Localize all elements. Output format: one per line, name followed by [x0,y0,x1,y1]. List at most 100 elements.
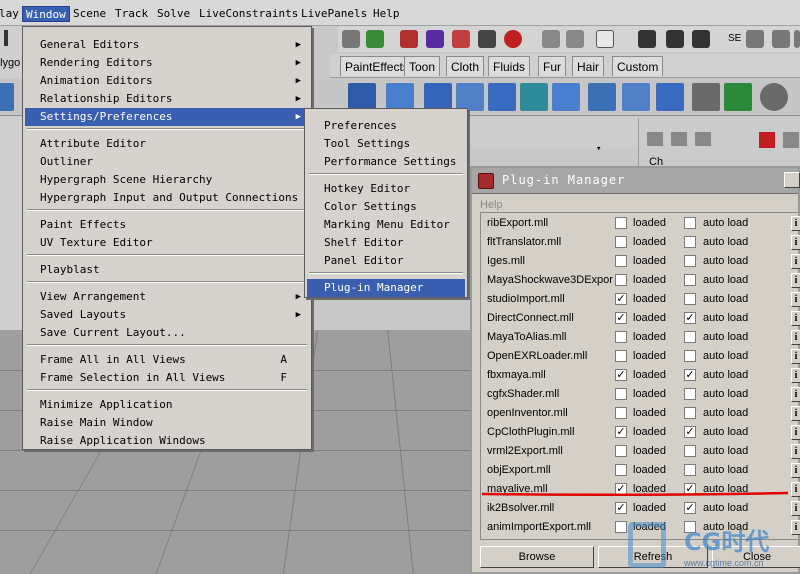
loaded-checkbox[interactable]: ✓ [615,426,627,438]
channel-key-icon[interactable] [759,132,775,148]
loaded-checkbox[interactable] [615,274,627,286]
shelf-extrude-icon[interactable] [456,83,484,111]
plugin-info-button[interactable]: i [791,520,800,535]
menu-item-animation-editors[interactable]: Animation Editors ▶ [25,72,309,90]
shelf-tab-hair[interactable]: Hair [572,56,605,76]
menu-item-hypergraph-io[interactable]: Hypergraph Input and Output Connections [25,189,309,207]
plugin-info-button[interactable]: i [791,349,800,364]
menu-item-settings-preferences[interactable]: Settings/Preferences ▶ [25,108,309,126]
shelf-poly-plane-icon[interactable] [386,83,414,111]
plugin-info-button[interactable]: i [791,311,800,326]
menu-display[interactable]: lay [0,6,22,22]
magnet-icon[interactable] [504,30,522,48]
loaded-checkbox[interactable] [615,521,627,533]
submenu-item-shelf-editor[interactable]: Shelf Editor [307,234,465,252]
auto-load-checkbox[interactable] [684,388,696,400]
loaded-checkbox[interactable]: ✓ [615,502,627,514]
channel-filter-icon[interactable] [783,132,799,148]
auto-load-checkbox[interactable] [684,331,696,343]
submenu-item-color-settings[interactable]: Color Settings [307,198,465,216]
shelf-tab-cloth[interactable]: Cloth [446,56,485,76]
shelf-wedge-icon[interactable] [622,83,650,111]
auto-load-checkbox[interactable] [684,217,696,229]
plugin-info-button[interactable]: i [791,482,800,497]
plugin-info-button[interactable]: i [791,406,800,421]
loaded-checkbox[interactable] [615,331,627,343]
auto-load-checkbox[interactable] [684,521,696,533]
submenu-item-plugin-manager[interactable]: Plug-in Manager [307,279,465,297]
menu-item-relationship-editors[interactable]: Relationship Editors ▶ [25,90,309,108]
shelf-merge-icon[interactable] [588,83,616,111]
snap-view-plane-icon[interactable] [478,30,496,48]
submenu-item-tool-settings[interactable]: Tool Settings [307,135,465,153]
output-history-icon[interactable] [566,30,584,48]
shelf-tab-fluids[interactable]: Fluids [488,56,531,76]
menu-item-general-editors[interactable]: General Editors ▶ [25,36,309,54]
auto-load-checkbox[interactable]: ✓ [684,483,696,495]
plugin-manager-titlebar[interactable]: Plug-in Manager [472,168,800,194]
loaded-checkbox[interactable] [615,464,627,476]
menu-item-minimize-application[interactable]: Minimize Application [25,396,309,414]
plugin-info-button[interactable]: i [791,235,800,250]
shelf-tab-custom[interactable]: Custom [612,56,664,76]
submenu-item-panel-editor[interactable]: Panel Editor [307,252,465,270]
menu-item-attribute-editor[interactable]: Attribute Editor [25,135,309,153]
loaded-checkbox[interactable]: ✓ [615,369,627,381]
channel-grid-icon[interactable] [695,132,711,146]
menu-item-playblast[interactable]: Playblast [25,261,309,279]
shelf-bevel-icon[interactable] [552,83,580,111]
plugin-info-button[interactable]: i [791,425,800,440]
plugin-list[interactable]: ribExport.mll loaded auto load i fltTranslat… [480,212,800,540]
loaded-checkbox[interactable] [615,407,627,419]
browse-button[interactable]: Browse [480,546,594,568]
select-component-icon[interactable] [366,30,384,48]
loaded-checkbox[interactable]: ✓ [615,293,627,305]
menu-livepanels[interactable]: LivePanels [298,6,370,22]
plugin-info-button[interactable]: i [791,368,800,383]
shelf-poly-cylinder-icon[interactable] [424,83,452,111]
shelf-tab-polygons-partial[interactable]: olygo [0,57,20,69]
menu-help[interactable]: Help [370,6,403,22]
auto-load-checkbox[interactable]: ✓ [684,502,696,514]
menu-window[interactable]: Window [22,6,70,22]
snap-curve-icon[interactable] [426,30,444,48]
menu-liveconstraints[interactable]: LiveConstraints [196,6,301,22]
show-attribute-editor-icon[interactable] [746,30,764,48]
loaded-checkbox[interactable] [615,236,627,248]
auto-load-checkbox[interactable] [684,464,696,476]
auto-load-checkbox[interactable]: ✓ [684,426,696,438]
menu-track[interactable]: Track [112,6,151,22]
menu-item-frame-all[interactable]: Frame All in All Views A [25,351,309,369]
render-globals-icon[interactable] [692,30,710,48]
plugin-info-button[interactable]: i [791,387,800,402]
show-tool-settings-icon[interactable] [794,30,800,48]
input-history-icon[interactable] [542,30,560,48]
show-channel-box-icon[interactable] [772,30,790,48]
minimize-button[interactable] [784,172,800,188]
plugin-info-button[interactable]: i [791,463,800,478]
close-button[interactable]: Close [712,546,800,568]
auto-load-checkbox[interactable] [684,407,696,419]
loaded-checkbox[interactable] [615,217,627,229]
submenu-item-preferences[interactable]: Preferences [307,117,465,135]
loaded-checkbox[interactable] [615,445,627,457]
ipr-render-icon[interactable] [666,30,684,48]
loaded-checkbox[interactable]: ✓ [615,312,627,324]
menu-item-paint-effects[interactable]: Paint Effects [25,216,309,234]
loaded-checkbox[interactable] [615,350,627,362]
snap-grid-icon[interactable] [400,30,418,48]
menu-item-outliner[interactable]: Outliner [25,153,309,171]
shelf-sculpt-icon[interactable] [656,83,684,111]
shelf-uv-icon[interactable] [724,83,752,111]
menu-item-view-arrangement[interactable]: View Arrangement ▶ [25,288,309,306]
menu-solve[interactable]: Solve [154,6,193,22]
refresh-button[interactable]: Refresh [598,546,708,568]
menu-scene[interactable]: Scene [70,6,109,22]
shelf-tab-fur[interactable]: Fur [538,56,566,76]
plugin-info-button[interactable]: i [791,292,800,307]
shelf-append-icon[interactable] [520,83,548,111]
plugin-info-button[interactable]: i [791,216,800,231]
auto-load-checkbox[interactable] [684,350,696,362]
plugin-info-button[interactable]: i [791,254,800,269]
menu-item-save-current-layout[interactable]: Save Current Layout... [25,324,309,342]
